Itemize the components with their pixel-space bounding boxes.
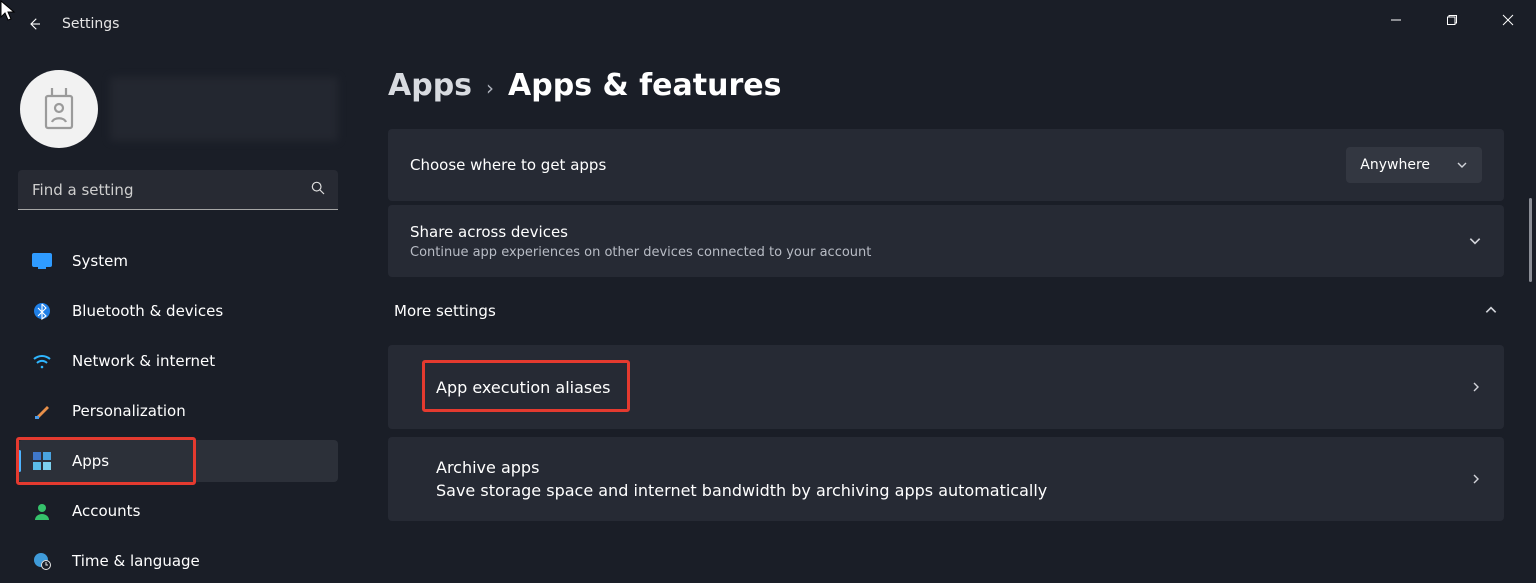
search-input[interactable] <box>18 170 338 210</box>
select-value: Anywhere <box>1360 157 1430 173</box>
chevron-down-icon <box>1456 159 1468 171</box>
display-icon <box>32 251 52 271</box>
chevron-up-icon <box>1484 303 1498 317</box>
chevron-right-icon: › <box>486 76 494 100</box>
mouse-cursor-icon <box>0 0 16 22</box>
sidebar-item-system[interactable]: System <box>18 240 338 282</box>
sidebar-item-network[interactable]: Network & internet <box>18 340 338 382</box>
wifi-icon <box>32 351 52 371</box>
sidebar-item-accounts[interactable]: Accounts <box>18 490 338 532</box>
back-button[interactable] <box>20 10 48 38</box>
clock-globe-icon <box>32 551 52 571</box>
card-archive-apps[interactable]: Archive apps Save storage space and inte… <box>388 437 1504 521</box>
page-title: Apps & features <box>508 68 781 103</box>
close-button[interactable] <box>1480 0 1536 40</box>
sidebar-item-time-language[interactable]: Time & language <box>18 540 338 582</box>
card-title: Share across devices <box>410 223 871 241</box>
card-get-apps[interactable]: Choose where to get apps Anywhere <box>388 129 1504 201</box>
person-icon <box>32 501 52 521</box>
card-title: Choose where to get apps <box>410 156 606 174</box>
sidebar-item-apps[interactable]: Apps <box>18 440 338 482</box>
apps-icon <box>32 451 52 471</box>
profile-name <box>110 77 338 141</box>
card-title: Archive apps <box>436 458 1047 477</box>
sidebar-item-label: Bluetooth & devices <box>72 302 223 320</box>
search-icon <box>310 180 326 200</box>
section-more-settings[interactable]: More settings <box>388 281 1504 341</box>
section-title: More settings <box>394 302 496 320</box>
get-apps-select[interactable]: Anywhere <box>1346 147 1482 183</box>
sidebar-item-label: System <box>72 252 128 270</box>
sidebar-item-bluetooth[interactable]: Bluetooth & devices <box>18 290 338 332</box>
card-share-devices[interactable]: Share across devices Continue app experi… <box>388 205 1504 277</box>
sidebar-item-label: Apps <box>72 452 109 470</box>
breadcrumb: Apps › Apps & features <box>388 68 1524 103</box>
card-subtitle: Save storage space and internet bandwidt… <box>436 481 1047 500</box>
scrollbar-thumb[interactable] <box>1529 198 1532 282</box>
sidebar-item-label: Accounts <box>72 502 140 520</box>
chevron-right-icon <box>1470 381 1482 393</box>
sidebar-item-label: Time & language <box>72 552 200 570</box>
sidebar-item-label: Network & internet <box>72 352 215 370</box>
chevron-down-icon <box>1468 234 1482 248</box>
chevron-right-icon <box>1470 473 1482 485</box>
avatar[interactable] <box>20 70 98 148</box>
minimize-button[interactable] <box>1368 0 1424 40</box>
sidebar-item-label: Personalization <box>72 402 186 420</box>
bluetooth-icon <box>32 301 52 321</box>
card-app-execution-aliases[interactable]: App execution aliases <box>388 345 1504 429</box>
card-subtitle: Continue app experiences on other device… <box>410 245 871 260</box>
maximize-button[interactable] <box>1424 0 1480 40</box>
sidebar-item-personalization[interactable]: Personalization <box>18 390 338 432</box>
window-title: Settings <box>62 16 119 32</box>
breadcrumb-parent[interactable]: Apps <box>388 68 472 103</box>
brush-icon <box>32 401 52 421</box>
card-title: App execution aliases <box>436 378 610 397</box>
